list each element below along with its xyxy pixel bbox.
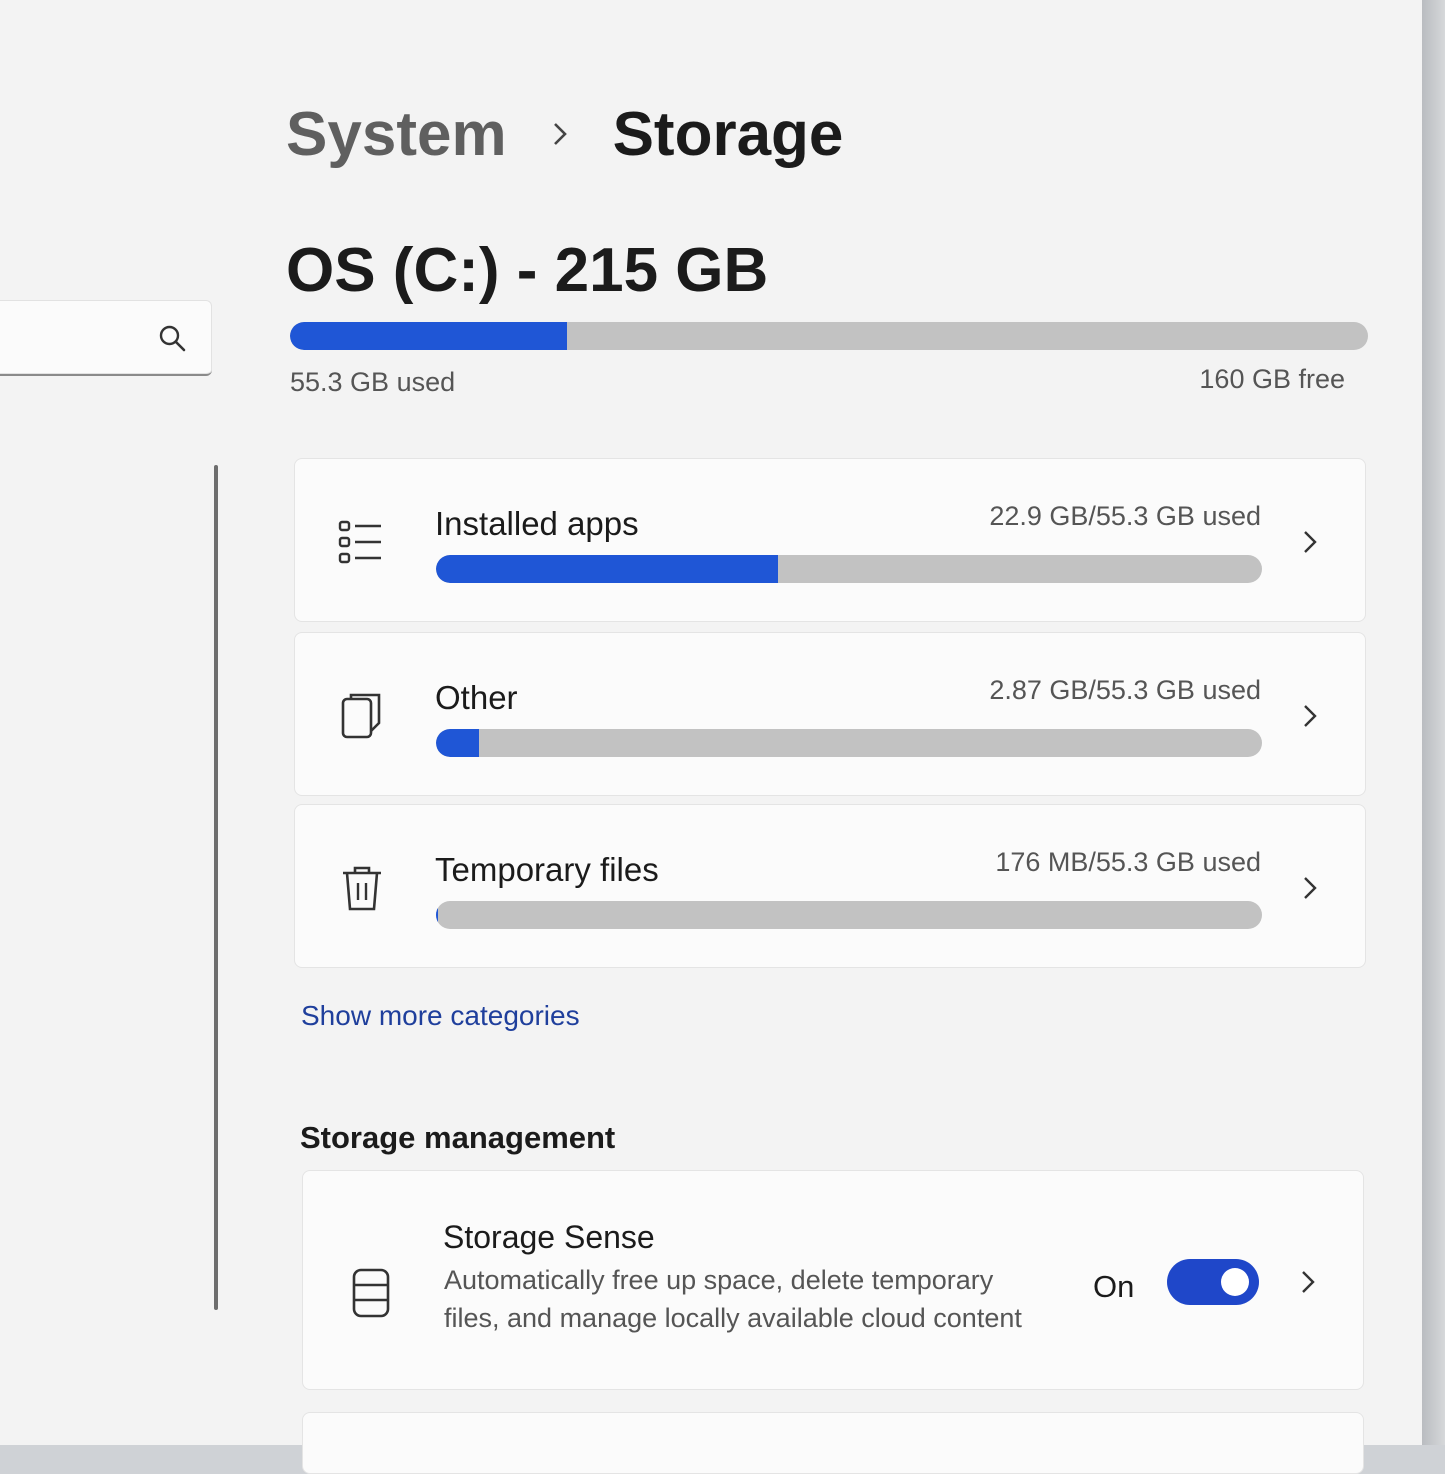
- storage-sense-card[interactable]: Storage Sense Automatically free up spac…: [302, 1170, 1364, 1390]
- chevron-right-icon: [1299, 873, 1321, 903]
- chevron-right-icon: [1297, 1267, 1319, 1297]
- drive-usage-fill: [290, 322, 568, 350]
- category-usage-bar: [436, 555, 1262, 583]
- trash-icon: [337, 863, 387, 913]
- drive-free-text: 160 GB free: [1199, 364, 1345, 394]
- category-card-temporary-files[interactable]: Temporary files 176 MB/55.3 GB used: [294, 804, 1366, 968]
- category-amount: 2.87 GB/55.3 GB used: [989, 675, 1261, 705]
- nav-scrollbar[interactable]: [214, 465, 218, 1310]
- settings-window: System Storage OS (C:) - 215 GB 55.3 GB …: [0, 0, 1422, 1474]
- show-more-categories-link[interactable]: Show more categories: [301, 1000, 580, 1032]
- category-usage-bar: [436, 901, 1262, 929]
- drive-used-text: 55.3 GB used: [290, 367, 456, 397]
- breadcrumb: System Storage: [286, 98, 843, 170]
- window-edge: [1422, 0, 1445, 1445]
- document-icon: [337, 691, 387, 741]
- search-icon[interactable]: [158, 324, 186, 352]
- breadcrumb-system[interactable]: System: [286, 99, 507, 170]
- category-usage-fill: [436, 555, 778, 583]
- storage-sense-description: Automatically free up space, delete temp…: [444, 1265, 1022, 1333]
- storage-sense-title: Storage Sense: [443, 1219, 655, 1255]
- category-label: Temporary files: [435, 851, 659, 888]
- category-usage-fill: [436, 729, 479, 757]
- category-usage-fill: [436, 901, 439, 929]
- category-amount: 22.9 GB/55.3 GB used: [989, 501, 1261, 531]
- chevron-right-icon: [1299, 701, 1321, 731]
- section-title-storage-management: Storage management: [300, 1120, 616, 1155]
- list-icon: [337, 517, 387, 567]
- drive-usage-bar: [290, 322, 1368, 350]
- chevron-right-icon: [507, 114, 613, 154]
- page-title: Storage: [612, 99, 844, 169]
- category-label: Other: [435, 679, 518, 716]
- storage-drive-icon: [351, 1267, 391, 1319]
- drive-title: OS (C:) - 215 GB: [286, 236, 769, 305]
- next-settings-card[interactable]: [302, 1412, 1364, 1474]
- category-card-other[interactable]: Other 2.87 GB/55.3 GB used: [294, 632, 1366, 796]
- chevron-right-icon: [1299, 527, 1321, 557]
- category-amount: 176 MB/55.3 GB used: [995, 847, 1261, 877]
- toggle-knob: [1221, 1268, 1249, 1296]
- storage-sense-toggle[interactable]: [1167, 1259, 1259, 1305]
- category-card-installed-apps[interactable]: Installed apps 22.9 GB/55.3 GB used: [294, 458, 1366, 622]
- category-usage-bar: [436, 729, 1262, 757]
- storage-sense-state: On: [1093, 1269, 1135, 1304]
- category-label: Installed apps: [435, 505, 639, 542]
